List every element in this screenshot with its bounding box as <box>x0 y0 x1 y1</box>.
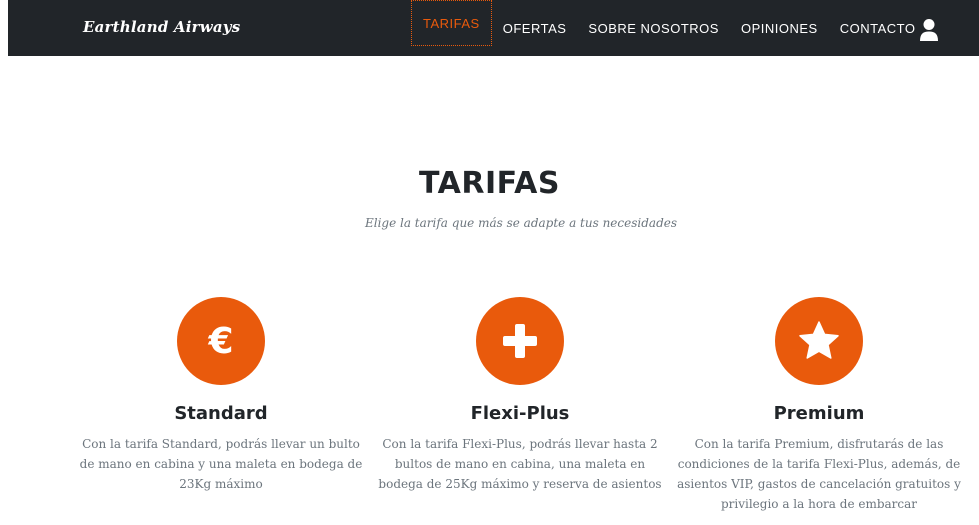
plan-description: Con la tarifa Premium, disfrutarás de la… <box>677 437 961 511</box>
plan-card-flexi-plus: Flexi-Plus Con la tarifa Flexi-Plus, pod… <box>370 297 670 494</box>
plan-title: Premium <box>773 403 865 424</box>
user-icon[interactable] <box>919 18 939 42</box>
nav-item-opiniones[interactable]: OPINIONES <box>730 0 829 56</box>
nav-item-contacto[interactable]: CONTACTO <box>829 0 927 56</box>
nav-menu: TARIFAS OFERTAS SOBRE NOSOTROS OPINIONES… <box>411 0 926 56</box>
section-title: TARIFAS <box>419 166 560 201</box>
nav-item-sobre-nosotros[interactable]: SOBRE NOSOTROS <box>577 0 730 56</box>
plan-icon-circle: € <box>177 297 265 385</box>
star-icon <box>799 321 839 359</box>
plan-title: Flexi-Plus <box>470 403 570 424</box>
euro-icon: € <box>207 321 233 362</box>
plan-title: Standard <box>174 403 268 424</box>
plan-description: Con la tarifa Standard, podrás llevar un… <box>79 437 363 491</box>
plan-icon-circle <box>476 297 564 385</box>
brand-logo[interactable]: Earthland Airways <box>83 18 240 36</box>
svg-text:€: € <box>207 321 233 362</box>
plan-description: Con la tarifa Flexi-Plus, podrás llevar … <box>378 437 662 491</box>
top-navbar: Earthland Airways TARIFAS OFERTAS SOBRE … <box>8 0 979 56</box>
plus-icon <box>503 324 537 358</box>
plan-icon-circle <box>775 297 863 385</box>
nav-item-tarifas[interactable]: TARIFAS <box>411 0 492 46</box>
plan-card-premium: Premium Con la tarifa Premium, disfrutar… <box>669 297 969 514</box>
plan-card-standard: € Standard Con la tarifa Standard, podrá… <box>71 297 371 494</box>
nav-item-ofertas[interactable]: OFERTAS <box>492 0 578 56</box>
section-subtitle: Elige la tarifa que más se adapte a tus … <box>364 216 678 230</box>
